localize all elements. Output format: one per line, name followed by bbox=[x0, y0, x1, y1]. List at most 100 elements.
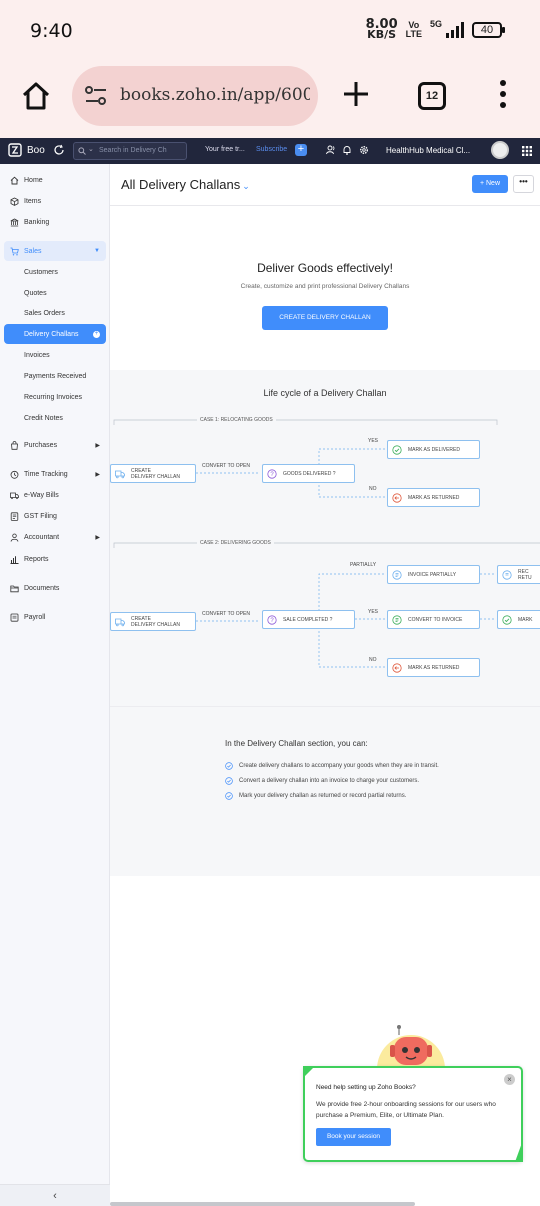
create-delivery-challan-button[interactable]: CREATE DELIVERY CHALLAN bbox=[262, 306, 388, 330]
chevron-down-icon: ▼ bbox=[94, 248, 100, 254]
mark-node-cut: MARK bbox=[497, 610, 540, 629]
site-settings-icon[interactable] bbox=[84, 85, 108, 107]
battery-icon: 40 bbox=[472, 22, 505, 38]
sidebar: Home Items Banking Sales ▼ Customers Quo… bbox=[0, 164, 110, 1206]
bell-icon[interactable] bbox=[342, 145, 352, 155]
question-icon: ? bbox=[267, 614, 277, 625]
check-circle-icon bbox=[225, 792, 233, 800]
no-label: NO bbox=[369, 486, 377, 492]
create-challan-node-2: CREATE DELIVERY CHALLAN bbox=[110, 612, 196, 631]
sidebar-subitem-credit-notes[interactable]: Credit Notes bbox=[4, 408, 106, 428]
apps-grid-icon[interactable] bbox=[522, 146, 532, 156]
bar-chart-icon bbox=[10, 555, 19, 564]
sidebar-item-payroll[interactable]: Payroll bbox=[4, 607, 106, 627]
no-label-2: NO bbox=[369, 657, 377, 663]
sidebar-item-sales[interactable]: Sales ▼ bbox=[4, 241, 106, 261]
help-heading: Need help setting up Zoho Books? bbox=[316, 1084, 416, 1091]
book-session-button[interactable]: Book your session bbox=[316, 1128, 391, 1146]
browser-toolbar: books.zoho.in/app/60024 12 bbox=[0, 60, 540, 138]
yes-label-2: YES bbox=[368, 609, 379, 615]
create-challan-node: CREATE DELIVERY CHALLAN bbox=[110, 464, 196, 483]
users-icon[interactable] bbox=[326, 145, 336, 155]
search-input[interactable]: ⌄ Search in Delivery Ch bbox=[73, 142, 187, 160]
sidebar-item-gst-filing[interactable]: GST Filing bbox=[4, 506, 106, 526]
check-circle-icon bbox=[225, 777, 233, 785]
refresh-icon[interactable] bbox=[53, 144, 65, 156]
network-speed: 8.00 KB/S bbox=[365, 17, 398, 41]
sidebar-subitem-quotes[interactable]: Quotes bbox=[4, 283, 106, 303]
chevron-right-icon: ▶ bbox=[95, 471, 100, 478]
person-icon bbox=[10, 533, 19, 542]
network-type: 5G bbox=[429, 19, 442, 29]
address-bar[interactable]: books.zoho.in/app/60024 bbox=[72, 66, 318, 126]
sidebar-subitem-delivery-challans[interactable]: Delivery Challans + bbox=[4, 324, 106, 344]
app-header: Boo ⌄ Search in Delivery Ch Your free tr… bbox=[0, 138, 540, 164]
lifecycle-connectors bbox=[113, 419, 540, 668]
file-icon bbox=[10, 511, 19, 521]
search-icon bbox=[78, 147, 86, 155]
sidebar-item-banking[interactable]: Banking bbox=[4, 212, 106, 232]
svg-text:?: ? bbox=[270, 472, 274, 478]
organization-switcher[interactable]: HealthHub Medical Cl... bbox=[386, 146, 470, 155]
more-options-button[interactable]: ••• bbox=[513, 175, 534, 193]
home-icon bbox=[10, 176, 19, 184]
new-tab-icon[interactable] bbox=[342, 80, 370, 108]
onboarding-help-widget: × Need help setting up Zoho Books? We pr… bbox=[303, 1066, 523, 1162]
sidebar-item-documents[interactable]: Documents bbox=[4, 578, 106, 598]
status-indicators: 8.00 KB/S Vo LTE 5G 40 bbox=[365, 17, 505, 41]
sidebar-subitem-payments-received[interactable]: Payments Received bbox=[4, 366, 106, 386]
sidebar-item-accountant[interactable]: Accountant ▶ bbox=[4, 527, 106, 547]
page-header: All Delivery Challans ⌄ + New ••• bbox=[110, 164, 540, 206]
sidebar-item-items[interactable]: Items bbox=[4, 191, 106, 211]
truck-icon bbox=[115, 470, 125, 478]
sidebar-item-home[interactable]: Home bbox=[4, 170, 106, 190]
home-icon[interactable] bbox=[20, 80, 52, 112]
truck-icon bbox=[115, 618, 125, 626]
tab-switcher-button[interactable]: 12 bbox=[418, 82, 446, 110]
yes-label: YES bbox=[368, 438, 379, 444]
subscribe-link[interactable]: Subscribe bbox=[256, 146, 287, 153]
info-point: Convert a delivery challan into an invoi… bbox=[225, 777, 419, 785]
invoice-icon bbox=[392, 569, 402, 580]
avatar[interactable] bbox=[491, 141, 509, 159]
quick-create-button[interactable]: + bbox=[295, 144, 307, 156]
folder-icon bbox=[10, 585, 19, 592]
convert-to-open-label: CONVERT TO OPEN bbox=[202, 463, 250, 469]
lifecycle-diagram: Life cycle of a Delivery Challan CASE 1:… bbox=[110, 370, 540, 706]
chevron-down-icon[interactable]: ⌄ bbox=[88, 145, 94, 153]
svg-text:?: ? bbox=[270, 618, 274, 624]
sidebar-subitem-sales-orders[interactable]: Sales Orders bbox=[4, 303, 106, 323]
sidebar-item-eway-bills[interactable]: e-Way Bills bbox=[4, 485, 106, 505]
org-short-name[interactable]: Boo bbox=[27, 145, 45, 156]
browser-menu-icon[interactable] bbox=[498, 80, 508, 110]
bag-icon bbox=[11, 440, 18, 450]
mark-delivered-node: MARK AS DELIVERED bbox=[387, 440, 480, 459]
sidebar-item-purchases[interactable]: Purchases ▶ bbox=[4, 435, 106, 455]
new-button[interactable]: + New bbox=[472, 175, 508, 193]
close-icon[interactable]: × bbox=[504, 1074, 515, 1085]
sidebar-item-reports[interactable]: Reports bbox=[4, 549, 106, 569]
check-circle-icon bbox=[225, 762, 233, 770]
chevron-down-icon[interactable]: ⌄ bbox=[242, 181, 250, 191]
info-point: Mark your delivery challan as returned o… bbox=[225, 792, 406, 800]
bank-icon bbox=[10, 218, 19, 226]
chevron-right-icon: ▶ bbox=[95, 534, 100, 541]
case-1-label: CASE 1: RELOCATING GOODS bbox=[197, 417, 276, 423]
sidebar-subitem-invoices[interactable]: Invoices bbox=[4, 345, 106, 365]
mark-returned-node-2: MARK AS RETURNED bbox=[387, 658, 480, 677]
check-circle-icon bbox=[392, 444, 402, 455]
horizontal-scrollbar[interactable] bbox=[110, 1202, 415, 1206]
sidebar-subitem-recurring-invoices[interactable]: Recurring Invoices bbox=[4, 387, 106, 407]
url-text: books.zoho.in/app/60024 bbox=[120, 85, 310, 105]
sidebar-item-time-tracking[interactable]: Time Tracking ▶ bbox=[4, 464, 106, 484]
record-returns-node: REC RETU bbox=[497, 565, 540, 584]
hero-title: Deliver Goods effectively! bbox=[257, 261, 393, 275]
page-title[interactable]: All Delivery Challans ⌄ bbox=[121, 177, 250, 192]
sidebar-subitem-customers[interactable]: Customers bbox=[4, 262, 106, 282]
volte-indicator: Vo LTE bbox=[405, 20, 422, 39]
sidebar-collapse-button[interactable]: ‹ bbox=[0, 1184, 110, 1206]
gear-icon[interactable] bbox=[359, 145, 369, 155]
convert-to-open-label-2: CONVERT TO OPEN bbox=[202, 611, 250, 617]
add-icon[interactable]: + bbox=[93, 330, 100, 338]
main-content: All Delivery Challans ⌄ + New ••• Deliver… bbox=[110, 164, 540, 1206]
